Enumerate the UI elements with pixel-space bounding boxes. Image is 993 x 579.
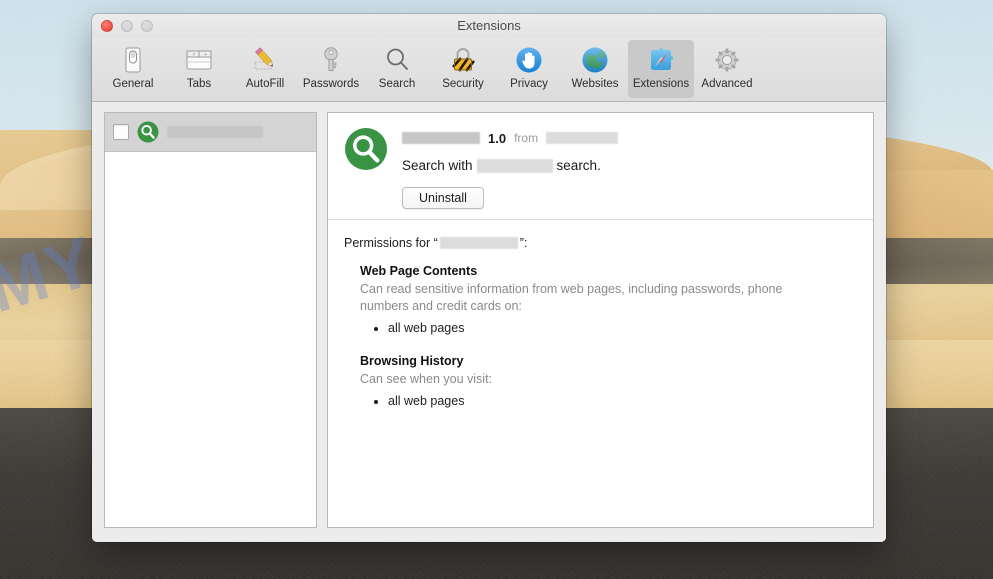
permission-scope-item: all web pages	[388, 392, 857, 411]
extension-description-prefix: Search with	[402, 158, 473, 173]
tab-general-label: General	[113, 78, 154, 90]
permission-group-web-page-contents: Web Page Contents Can read sensitive inf…	[360, 264, 857, 338]
tab-passwords[interactable]: Passwords	[298, 40, 364, 98]
uninstall-button[interactable]: Uninstall	[402, 187, 484, 209]
tabs-icon: × +	[183, 44, 215, 76]
permission-scope-list: all web pages	[360, 319, 857, 338]
permission-group-title: Browsing History	[360, 354, 857, 368]
extension-detail-pane: 1.0 from Search with search. Uninstall	[327, 112, 874, 528]
tab-autofill-label: AutoFill	[246, 78, 284, 90]
window-title: Extensions	[92, 14, 886, 38]
extension-version: 1.0	[488, 131, 506, 146]
permission-scope-list: all web pages	[360, 392, 857, 411]
extensions-list[interactable]	[104, 112, 317, 528]
extension-description-suffix: search.	[557, 158, 601, 173]
permissions-section: Permissions for “ ”: Web Page Contents C…	[328, 220, 873, 527]
permission-group-browsing-history: Browsing History Can see when you visit:…	[360, 354, 857, 411]
tab-autofill[interactable]: AutoFill	[232, 40, 298, 98]
websites-icon	[579, 44, 611, 76]
passwords-icon	[315, 44, 347, 76]
tab-extensions[interactable]: Extensions	[628, 40, 694, 98]
screen: MYANTISPYWARE.COM Extensions	[0, 0, 993, 579]
tab-websites[interactable]: Websites	[562, 40, 628, 98]
permission-group-title: Web Page Contents	[360, 264, 857, 278]
permission-scope-item: all web pages	[388, 319, 857, 338]
extension-name-redacted	[167, 126, 263, 138]
extensions-icon	[645, 44, 677, 76]
preferences-content: 1.0 from Search with search. Uninstall	[92, 102, 886, 542]
search-icon	[381, 44, 413, 76]
tab-extensions-label: Extensions	[633, 78, 689, 90]
privacy-icon	[513, 44, 545, 76]
svg-text:×: ×	[193, 52, 196, 58]
extensions-preferences-window: Extensions General	[92, 14, 886, 542]
preferences-toolbar: General × + Tabs	[92, 38, 886, 102]
permission-group-description: Can read sensitive information from web …	[360, 281, 812, 314]
extension-title-redacted	[402, 132, 480, 144]
green-magnifier-icon	[137, 121, 159, 143]
green-magnifier-icon-large	[344, 127, 388, 209]
extension-detail-header: 1.0 from Search with search. Uninstall	[328, 113, 873, 220]
permissions-heading-prefix: Permissions for “	[344, 236, 438, 250]
tab-passwords-label: Passwords	[303, 78, 359, 90]
tab-advanced[interactable]: Advanced	[694, 40, 760, 98]
permissions-heading-suffix: ”:	[520, 236, 528, 250]
permissions-heading: Permissions for “ ”:	[344, 236, 857, 250]
tab-tabs[interactable]: × + Tabs	[166, 40, 232, 98]
permissions-heading-name-redacted	[440, 237, 518, 249]
permission-group-description: Can see when you visit:	[360, 371, 812, 388]
tab-privacy[interactable]: Privacy	[496, 40, 562, 98]
tab-privacy-label: Privacy	[510, 78, 548, 90]
tab-websites-label: Websites	[571, 78, 618, 90]
security-icon	[447, 44, 479, 76]
tab-advanced-label: Advanced	[701, 78, 752, 90]
window-titlebar[interactable]: Extensions	[92, 14, 886, 38]
list-item[interactable]	[105, 113, 316, 152]
tab-tabs-label: Tabs	[187, 78, 211, 90]
tab-security-label: Security	[442, 78, 484, 90]
extension-publisher-redacted	[546, 132, 618, 144]
tab-general[interactable]: General	[100, 40, 166, 98]
from-label: from	[514, 131, 538, 145]
extension-enable-checkbox[interactable]	[113, 124, 129, 140]
advanced-icon	[711, 44, 743, 76]
general-icon	[117, 44, 149, 76]
tab-search[interactable]: Search	[364, 40, 430, 98]
autofill-icon	[249, 44, 281, 76]
tab-security[interactable]: Security	[430, 40, 496, 98]
tab-search-label: Search	[379, 78, 415, 90]
extension-description-redacted	[477, 159, 553, 173]
svg-text:+: +	[204, 52, 207, 58]
